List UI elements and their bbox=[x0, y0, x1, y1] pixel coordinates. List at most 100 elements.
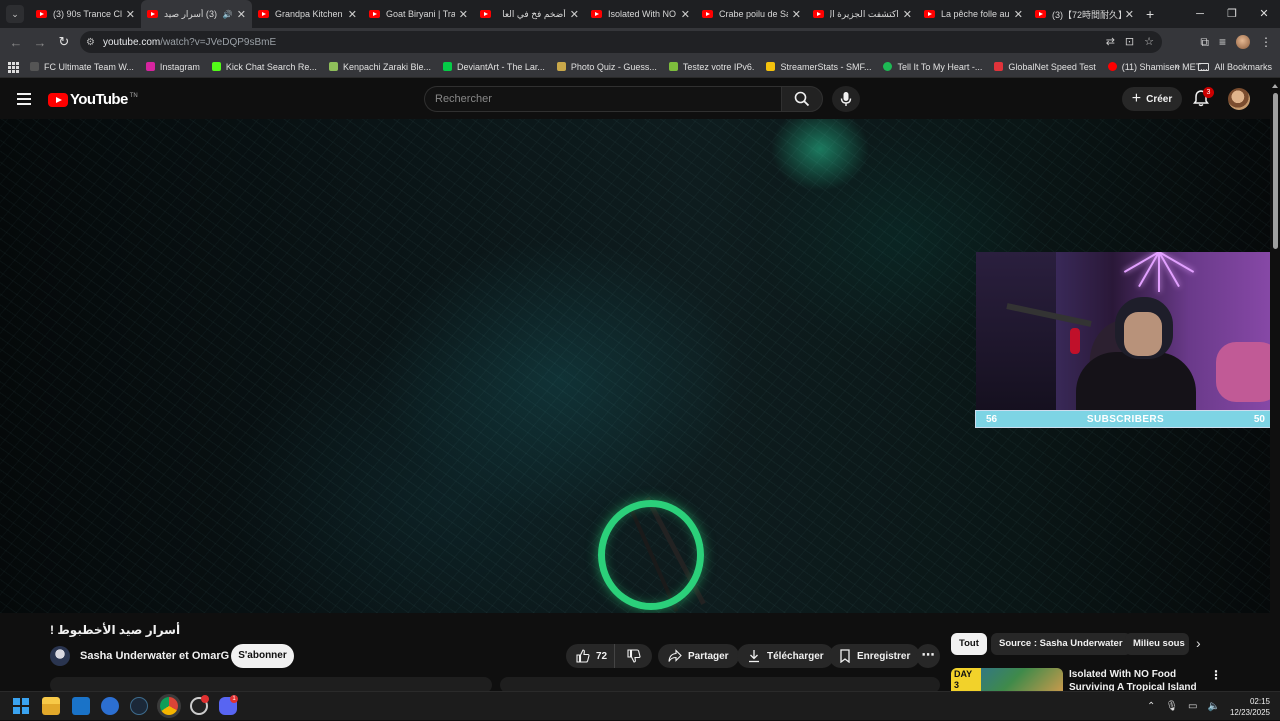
edge-app-icon[interactable] bbox=[101, 697, 119, 715]
browser-tab[interactable]: اكتشفت الجزيرة ال ✕ bbox=[807, 0, 918, 28]
account-avatar[interactable] bbox=[1228, 88, 1250, 110]
create-label: Créer bbox=[1146, 93, 1173, 105]
browser-tab[interactable]: (3)【72時間耐久】 ✕ bbox=[1029, 0, 1140, 28]
bookmark-item[interactable]: Tell It To My Heart -... bbox=[883, 62, 982, 72]
apps-grid-icon[interactable] bbox=[8, 61, 20, 73]
minimize-icon[interactable]: ─ bbox=[1184, 0, 1216, 28]
youtube-logo[interactable]: YouTube TN bbox=[48, 91, 138, 108]
bookmark-label: Kick Chat Search Re... bbox=[225, 61, 317, 72]
close-tab-icon[interactable]: ✕ bbox=[570, 8, 579, 21]
chrome-icon[interactable] bbox=[160, 697, 178, 715]
volume-icon[interactable]: 🔈 bbox=[1208, 701, 1220, 712]
scroll-up-arrow-icon[interactable] bbox=[1272, 84, 1278, 88]
bookmark-item[interactable]: Photo Quiz - Guess... bbox=[556, 61, 657, 72]
search-button[interactable] bbox=[781, 86, 823, 112]
browser-tab[interactable]: (3) 90s Trance Cla ✕ bbox=[30, 0, 141, 28]
bookmark-item[interactable]: DeviantArt - The Lar... bbox=[442, 62, 545, 72]
close-tab-icon[interactable]: ✕ bbox=[459, 8, 468, 21]
bookmark-label: Photo Quiz - Guess... bbox=[570, 61, 657, 72]
profile-avatar-icon[interactable] bbox=[1236, 35, 1250, 49]
windows-start-icon[interactable] bbox=[13, 698, 29, 714]
clock[interactable]: 02:15 12/23/2025 bbox=[1230, 696, 1270, 718]
steam-icon[interactable] bbox=[130, 697, 148, 715]
new-tab-button[interactable]: + bbox=[1146, 6, 1154, 22]
reload-icon[interactable]: ↻ bbox=[52, 34, 76, 50]
close-tab-icon[interactable]: ✕ bbox=[126, 8, 135, 21]
chevron-right-icon[interactable]: › bbox=[1196, 635, 1201, 651]
media-controls-icon[interactable]: ≡ bbox=[1219, 35, 1226, 49]
share-button[interactable]: Partager bbox=[658, 644, 739, 668]
browser-tab[interactable]: La pêche folle au ✕ bbox=[918, 0, 1029, 28]
url-domain: youtube.com bbox=[102, 36, 161, 48]
youtube-play-icon bbox=[48, 92, 68, 107]
bookmark-item[interactable]: GlobalNet Speed Test bbox=[994, 62, 1096, 72]
youtube-header: YouTube TN Rechercher + Créer 3 bbox=[0, 79, 1280, 119]
browser-tab[interactable]: Grandpa Kitchen ✕ bbox=[252, 0, 363, 28]
dislike-button[interactable] bbox=[614, 644, 652, 668]
file-explorer-icon[interactable] bbox=[42, 697, 60, 715]
all-bookmarks-label: All Bookmarks bbox=[1214, 62, 1272, 72]
youtube-favicon-icon bbox=[813, 10, 824, 18]
close-window-icon[interactable]: ✕ bbox=[1248, 0, 1280, 28]
speaker-icon[interactable]: 🔊 bbox=[223, 10, 233, 19]
chip-topic[interactable]: Milieu sous bbox=[1125, 633, 1189, 655]
restore-icon[interactable]: ❐ bbox=[1216, 0, 1248, 28]
search-input[interactable]: Rechercher bbox=[424, 86, 782, 112]
site-info-icon[interactable]: ⚙ bbox=[86, 37, 95, 48]
all-bookmarks-button[interactable]: All Bookmarks bbox=[1198, 56, 1272, 78]
bookmark-item[interactable]: FC Ultimate Team W... bbox=[30, 62, 134, 72]
browser-tab-active[interactable]: (3) أسرار صيد 🔊 ✕ bbox=[141, 0, 252, 28]
scrollbar-thumb[interactable] bbox=[1273, 93, 1278, 249]
close-tab-icon[interactable]: ✕ bbox=[1125, 8, 1134, 21]
close-tab-icon[interactable]: ✕ bbox=[348, 8, 357, 21]
bookmark-item[interactable]: Kenpachi Zaraki Ble... bbox=[328, 62, 431, 72]
forward-icon[interactable]: → bbox=[28, 35, 52, 50]
install-app-icon[interactable]: ⊡ bbox=[1125, 35, 1134, 48]
menu-icon[interactable] bbox=[17, 93, 31, 105]
more-actions-button[interactable]: ⋯ bbox=[916, 644, 940, 668]
download-button[interactable]: Télécharger bbox=[737, 644, 834, 668]
tray-overflow-icon[interactable]: ⌃ bbox=[1147, 701, 1155, 712]
close-tab-icon[interactable]: ✕ bbox=[681, 8, 690, 21]
translate-icon[interactable]: ⇄ bbox=[1106, 35, 1115, 48]
more-bookmarks-icon[interactable]: » bbox=[1174, 56, 1180, 78]
bookmark-item[interactable]: (11) Shamisen MET... bbox=[1107, 62, 1208, 72]
bookmark-label: FC Ultimate Team W... bbox=[44, 61, 134, 72]
browser-menu-icon[interactable]: ⋮ bbox=[1260, 35, 1272, 49]
recommended-thumbnail[interactable]: DAY 3 bbox=[951, 668, 1063, 691]
chip-source[interactable]: Source : Sasha Underwater bbox=[991, 633, 1131, 655]
close-tab-icon[interactable]: ✕ bbox=[237, 8, 246, 21]
bookmark-item[interactable]: Testez votre IPv6. bbox=[668, 62, 754, 72]
browser-tab[interactable]: Goat Biryani | Tra ✕ bbox=[363, 0, 474, 28]
outlook-icon[interactable] bbox=[72, 697, 90, 715]
browser-tab[interactable]: Isolated With NO ✕ bbox=[585, 0, 696, 28]
display-icon[interactable]: ▭ bbox=[1188, 701, 1197, 712]
channel-name[interactable]: Sasha Underwater et OmarG bbox=[80, 650, 229, 662]
channel-avatar[interactable] bbox=[50, 646, 70, 666]
bookmark-star-icon[interactable]: ☆ bbox=[1144, 35, 1154, 48]
save-button[interactable]: Enregistrer bbox=[829, 644, 921, 668]
youtube-favicon-icon bbox=[258, 10, 269, 18]
microphone-tray-icon[interactable]: 🎙 bbox=[1165, 701, 1178, 712]
close-tab-icon[interactable]: ✕ bbox=[903, 8, 912, 21]
voice-search-button[interactable] bbox=[832, 86, 860, 112]
bookmark-item[interactable]: Instagram bbox=[145, 62, 200, 72]
bookmark-item[interactable]: Kick Chat Search Re... bbox=[211, 61, 317, 72]
url-bar[interactable]: ⚙ youtube.com/watch?v=JVeDQP9sBmE ⇄ ⊡ ☆ bbox=[80, 31, 1162, 53]
like-button[interactable]: 72 bbox=[566, 644, 614, 668]
browser-tab[interactable]: أضخم فخ في العا ✕ bbox=[474, 0, 585, 28]
tab-search-button[interactable]: ⌄ bbox=[6, 5, 24, 23]
browser-tab[interactable]: Crabe poilu de Sa ✕ bbox=[696, 0, 807, 28]
bookmark-item[interactable]: StreamerStats - SMF... bbox=[766, 62, 871, 72]
back-icon[interactable]: ← bbox=[4, 35, 28, 50]
subscribe-button[interactable]: S'abonner bbox=[231, 644, 294, 668]
close-tab-icon[interactable]: ✕ bbox=[1014, 8, 1023, 21]
folder-icon bbox=[1198, 63, 1210, 71]
chip-all[interactable]: Tout bbox=[951, 633, 987, 655]
thumbnail-badge: DAY 3 bbox=[951, 668, 981, 691]
recommended-more-icon[interactable]: ⋮ bbox=[1210, 668, 1222, 682]
extensions-icon[interactable]: ⧉ bbox=[1200, 35, 1209, 50]
close-tab-icon[interactable]: ✕ bbox=[792, 8, 801, 21]
notifications-button[interactable]: 3 bbox=[1192, 87, 1214, 109]
create-button[interactable]: + Créer bbox=[1122, 87, 1182, 111]
